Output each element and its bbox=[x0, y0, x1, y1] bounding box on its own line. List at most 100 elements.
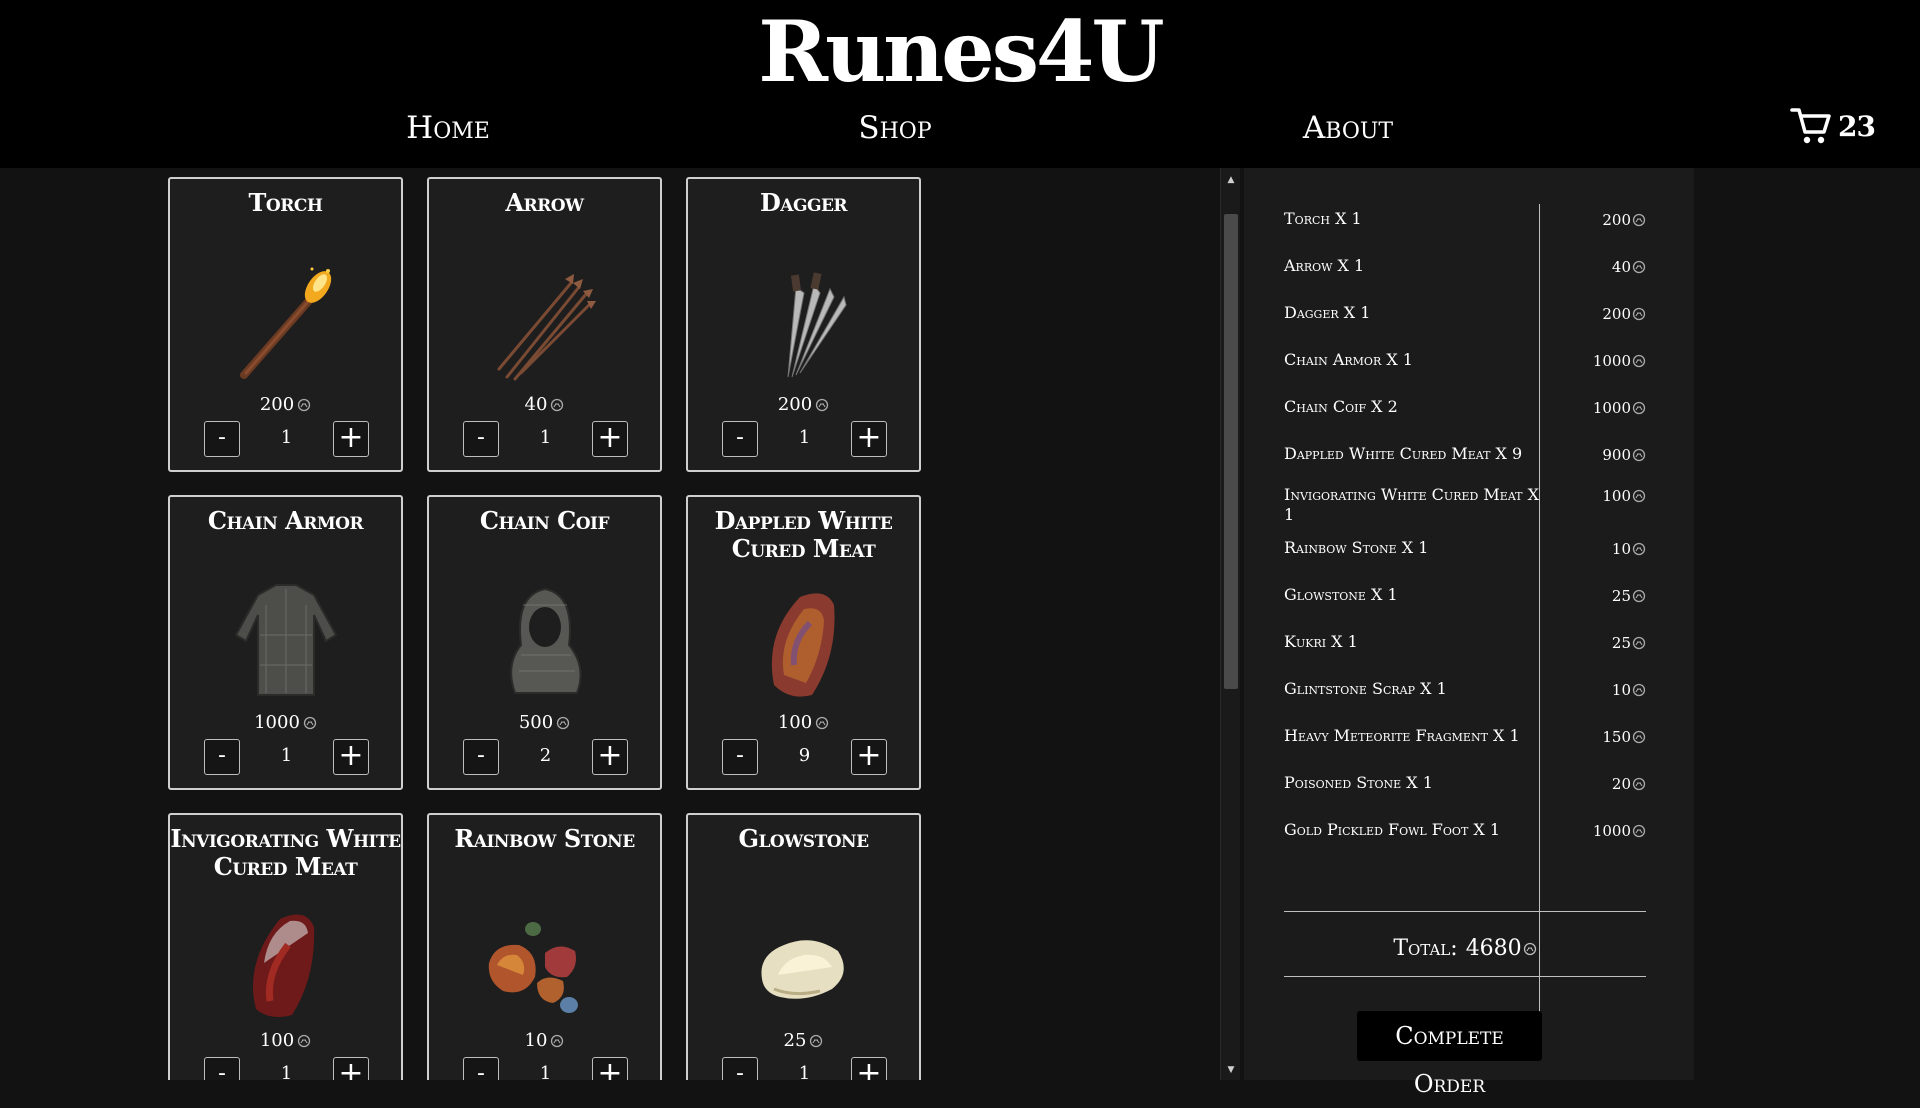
rune-currency-icon bbox=[1632, 730, 1646, 744]
order-item-price-value: 10 bbox=[1611, 540, 1631, 558]
decrease-quantity-button[interactable]: - bbox=[204, 421, 240, 457]
rune-currency-icon bbox=[1632, 401, 1646, 415]
decrease-quantity-button[interactable]: - bbox=[722, 421, 758, 457]
decrease-quantity-button[interactable]: - bbox=[722, 739, 758, 775]
order-item-price-value: 25 bbox=[1611, 634, 1631, 652]
order-item-price-value: 200 bbox=[1602, 211, 1631, 229]
order-item-price: 1000 bbox=[1564, 352, 1646, 370]
rune-currency-icon bbox=[303, 716, 317, 729]
product-price: 100 bbox=[170, 1030, 401, 1051]
order-item-price: 200 bbox=[1564, 211, 1646, 229]
rune-currency-icon bbox=[816, 716, 829, 729]
rune-currency-icon bbox=[1523, 942, 1536, 955]
scroll-down-arrow-icon[interactable]: ▼ bbox=[1221, 1062, 1241, 1078]
quantity-stepper: - 1 + bbox=[204, 739, 369, 775]
increase-quantity-button[interactable]: + bbox=[851, 1057, 887, 1080]
order-item-label: Poisoned Stone X 1 bbox=[1284, 773, 1433, 792]
increase-quantity-button[interactable]: + bbox=[333, 421, 369, 457]
product-price-value: 40 bbox=[524, 394, 548, 415]
rune-currency-icon bbox=[557, 716, 570, 729]
product-name: Chain Coif bbox=[479, 506, 610, 535]
decrease-quantity-button[interactable]: - bbox=[463, 421, 499, 457]
increase-quantity-button[interactable]: + bbox=[851, 739, 887, 775]
order-item-label: Kukri X 1 bbox=[1284, 632, 1358, 651]
rune-currency-icon bbox=[1632, 683, 1646, 697]
order-divider-bottom bbox=[1284, 976, 1646, 977]
decrease-quantity-button[interactable]: - bbox=[204, 739, 240, 775]
decrease-quantity-button[interactable]: - bbox=[463, 1057, 499, 1080]
order-item-label: Chain Armor X 1 bbox=[1284, 350, 1413, 369]
rune-currency-icon bbox=[1632, 589, 1646, 603]
order-item-label: Glowstone X 1 bbox=[1284, 585, 1398, 604]
order-item-price: 10 bbox=[1564, 540, 1646, 558]
order-item-price: 40 bbox=[1564, 258, 1646, 276]
product-price-value: 25 bbox=[783, 1030, 807, 1051]
product-card: Arrow 40 - 1 + bbox=[427, 177, 662, 472]
decrease-quantity-button[interactable]: - bbox=[722, 1057, 758, 1080]
complete-order-button[interactable]: Complete Order bbox=[1357, 1011, 1542, 1098]
product-name: Dappled White Cured Meat bbox=[714, 506, 893, 563]
cart-button[interactable]: 23 bbox=[1790, 104, 1876, 148]
rune-currency-icon bbox=[816, 398, 829, 411]
product-card: Rainbow Stone 10 - 1 + bbox=[427, 813, 662, 1080]
increase-quantity-button[interactable]: + bbox=[333, 1057, 369, 1080]
quantity-stepper: - 1 + bbox=[204, 421, 369, 457]
decrease-quantity-button[interactable]: - bbox=[204, 1057, 240, 1080]
scroll-thumb[interactable] bbox=[1224, 214, 1238, 689]
order-item-price-value: 20 bbox=[1611, 775, 1631, 793]
order-item-price-value: 900 bbox=[1602, 446, 1631, 464]
rune-currency-icon bbox=[298, 398, 311, 411]
arrow-bundle-icon bbox=[497, 274, 596, 381]
product-price: 200 bbox=[688, 394, 919, 415]
order-item-price-value: 25 bbox=[1611, 587, 1631, 605]
cart-count-badge: 23 bbox=[1838, 109, 1876, 143]
increase-quantity-button[interactable]: + bbox=[592, 739, 628, 775]
product-price: 10 bbox=[429, 1030, 660, 1051]
rune-currency-icon bbox=[1632, 489, 1646, 503]
quantity-stepper: - 1 + bbox=[463, 1057, 628, 1080]
product-price-value: 100 bbox=[259, 1030, 295, 1051]
rune-currency-icon bbox=[551, 398, 564, 411]
order-item-price: 1000 bbox=[1564, 399, 1646, 417]
decrease-quantity-button[interactable]: - bbox=[463, 739, 499, 775]
rune-currency-icon bbox=[1632, 260, 1646, 274]
order-item-price-value: 1000 bbox=[1592, 399, 1631, 417]
order-item-price: 10 bbox=[1564, 681, 1646, 699]
increase-quantity-button[interactable]: + bbox=[851, 421, 887, 457]
rune-currency-icon bbox=[551, 1034, 564, 1047]
order-item-label: Torch X 1 bbox=[1284, 209, 1362, 228]
increase-quantity-button[interactable]: + bbox=[333, 739, 369, 775]
order-item-price: 25 bbox=[1564, 634, 1646, 652]
rune-currency-icon bbox=[810, 1034, 823, 1047]
rune-currency-icon bbox=[1632, 777, 1646, 791]
shopping-cart-icon bbox=[1790, 108, 1831, 144]
nav-shop-link[interactable]: Shop bbox=[795, 110, 995, 146]
quantity-value: 1 bbox=[539, 427, 552, 448]
glowstone-icon bbox=[760, 940, 844, 999]
order-item-label: Dagger X 1 bbox=[1284, 303, 1371, 322]
product-price: 1000 bbox=[170, 712, 401, 733]
nav-home-link[interactable]: Home bbox=[348, 110, 548, 146]
order-item-price-value: 10 bbox=[1611, 681, 1631, 699]
increase-quantity-button[interactable]: + bbox=[592, 421, 628, 457]
chain-armor-icon bbox=[234, 584, 337, 696]
rune-currency-icon bbox=[1632, 448, 1646, 462]
increase-quantity-button[interactable]: + bbox=[592, 1057, 628, 1080]
nav-about-link[interactable]: About bbox=[1248, 110, 1448, 146]
order-item-price-value: 200 bbox=[1602, 305, 1631, 323]
product-price-value: 200 bbox=[259, 394, 295, 415]
chain-coif-icon bbox=[509, 587, 582, 694]
site-logo[interactable]: Runes4U bbox=[0, 2, 1920, 101]
product-card: Glowstone 25 - 1 + bbox=[686, 813, 921, 1080]
order-total-label: Total: bbox=[1393, 936, 1458, 961]
quantity-stepper: - 9 + bbox=[722, 739, 887, 775]
quantity-value: 1 bbox=[798, 427, 811, 448]
quantity-stepper: - 2 + bbox=[463, 739, 628, 775]
scrollbar[interactable]: ▲ ▼ bbox=[1220, 168, 1240, 1080]
order-item-price: 25 bbox=[1564, 587, 1646, 605]
quantity-stepper: - 1 + bbox=[463, 421, 628, 457]
order-item-label: Arrow X 1 bbox=[1284, 256, 1365, 275]
scroll-up-arrow-icon[interactable]: ▲ bbox=[1221, 172, 1241, 188]
quantity-value: 1 bbox=[280, 745, 293, 766]
order-item-price-value: 150 bbox=[1602, 728, 1631, 746]
